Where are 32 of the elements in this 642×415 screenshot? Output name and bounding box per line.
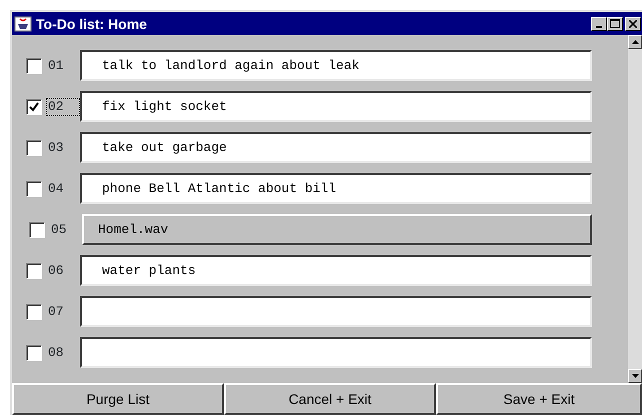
- maximize-icon: [610, 19, 620, 28]
- sound-file-button[interactable]: Homel.wav: [82, 214, 592, 245]
- action-button[interactable]: Cancel + Exit: [224, 383, 436, 415]
- task-field[interactable]: take out garbage: [80, 132, 592, 163]
- checkbox[interactable]: [29, 222, 45, 238]
- window-title: To-Do list: Home: [36, 16, 147, 32]
- scrollbar[interactable]: [628, 35, 642, 383]
- task-field[interactable]: fix light socket: [80, 91, 592, 122]
- minimize-button[interactable]: [591, 16, 607, 30]
- checkbox[interactable]: [26, 58, 42, 74]
- down-arrow-icon: [632, 374, 638, 378]
- maximize-button[interactable]: [607, 16, 623, 30]
- checkbox[interactable]: [26, 180, 42, 196]
- checkbox[interactable]: [26, 262, 42, 278]
- close-button[interactable]: [625, 16, 641, 30]
- minimize-icon: [596, 26, 602, 28]
- up-arrow-icon: [632, 40, 638, 44]
- checkbox[interactable]: [26, 344, 42, 360]
- close-icon: [629, 20, 637, 28]
- checkbox[interactable]: [26, 304, 42, 320]
- checkbox[interactable]: [26, 140, 42, 156]
- action-button[interactable]: Save + Exit: [436, 383, 642, 415]
- task-field[interactable]: [80, 337, 592, 368]
- task-field[interactable]: water plants: [80, 255, 592, 286]
- scroll-down-button[interactable]: [628, 369, 642, 383]
- scroll-up-button[interactable]: [628, 35, 642, 49]
- app-icon: [14, 14, 32, 32]
- task-field[interactable]: phone Bell Atlantic about bill: [80, 173, 592, 204]
- task-field[interactable]: [80, 296, 592, 327]
- action-button[interactable]: Purge List: [12, 383, 224, 415]
- task-field[interactable]: talk to landlord again about leak: [80, 50, 592, 81]
- checkbox[interactable]: [26, 98, 42, 114]
